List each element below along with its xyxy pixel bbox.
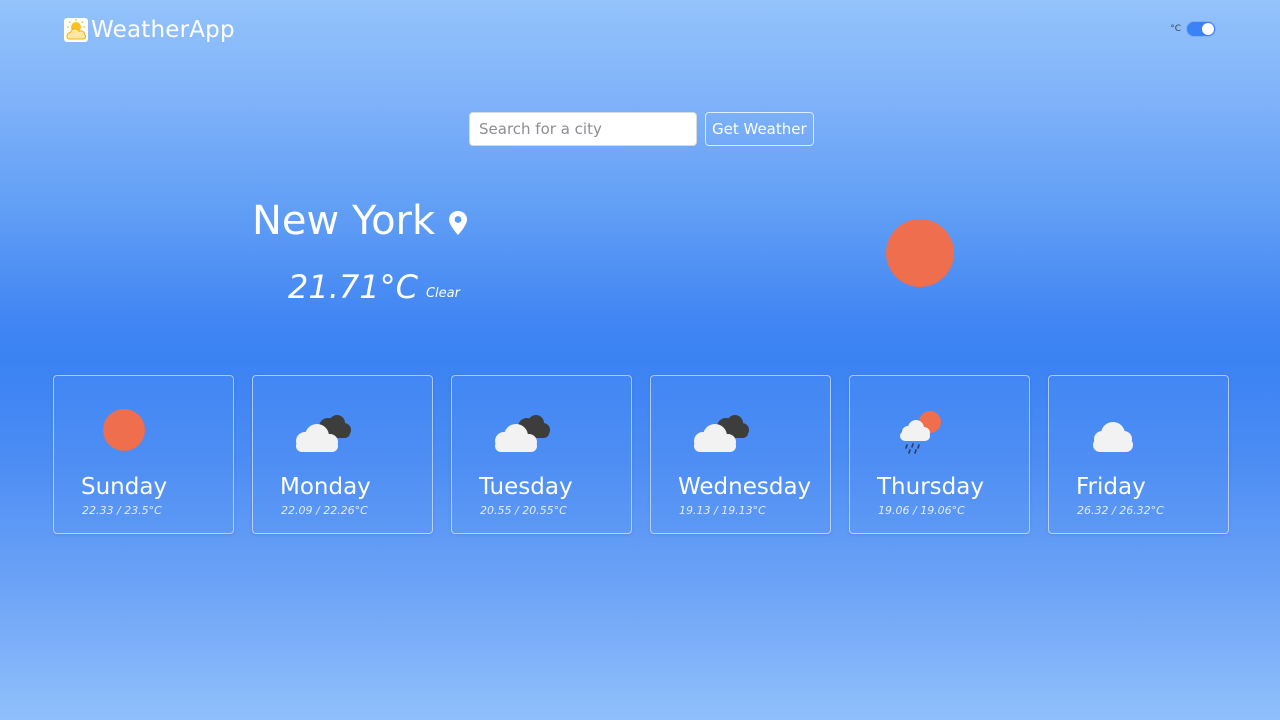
forecast-card[interactable]: Sunday 22.33 / 23.5°C [53,375,234,534]
sun-behind-cloud-icon [64,18,88,42]
forecast-day: Friday [1076,474,1146,500]
forecast-card[interactable]: Friday 26.32 / 26.32°C [1048,375,1229,534]
forecast-range: 19.06 / 19.06°C [878,504,965,517]
forecast-range: 22.09 / 22.26°C [281,504,368,517]
temperature-row: 21.71°C Clear [288,268,460,306]
forecast-card[interactable]: Wednesday 19.13 / 19.13°C [650,375,831,534]
search-input[interactable] [469,112,697,146]
unit-toggle[interactable]: °C [1170,21,1216,37]
sun-icon [103,409,145,451]
rain-sun-icon [900,411,941,454]
forecast-range: 22.33 / 23.5°C [82,504,162,517]
cloud-icon [1093,422,1133,452]
forecast-card[interactable]: Thursday 19.06 / 19.06°C [849,375,1030,534]
forecast-card[interactable]: Monday 22.09 / 22.26°C [252,375,433,534]
forecast-day: Tuesday [479,474,573,500]
current-weather: New York 21.71°C Clear [252,198,469,306]
forecast-list: Sunday 22.33 / 23.5°C Monday 22.09 / 22.… [53,375,1229,534]
forecast-day: Sunday [81,474,168,500]
current-temperature: 21.71°C [288,268,418,306]
forecast-range: 26.32 / 26.32°C [1077,504,1164,517]
unit-switch[interactable] [1186,21,1216,37]
broken-clouds-icon [495,415,550,452]
forecast-range: 20.55 / 20.55°C [480,504,567,517]
forecast-card[interactable]: Tuesday 20.55 / 20.55°C [451,375,632,534]
city-row: New York [252,198,469,244]
get-weather-button[interactable]: Get Weather [705,112,814,146]
forecast-day: Wednesday [678,474,812,500]
app-title: WeatherApp [91,17,235,43]
sun-icon [886,219,954,287]
city-name: New York [252,198,436,244]
forecast-day: Monday [280,474,371,500]
broken-clouds-icon [296,415,351,452]
current-condition: Clear [425,286,460,301]
search-bar: Get Weather [469,112,814,146]
unit-label: °C [1170,24,1181,34]
broken-clouds-icon [694,415,749,452]
app-header: WeatherApp [64,16,235,44]
forecast-day: Thursday [877,474,984,500]
forecast-range: 19.13 / 19.13°C [679,504,766,517]
map-pin-icon [449,211,468,235]
switch-knob [1202,23,1214,35]
